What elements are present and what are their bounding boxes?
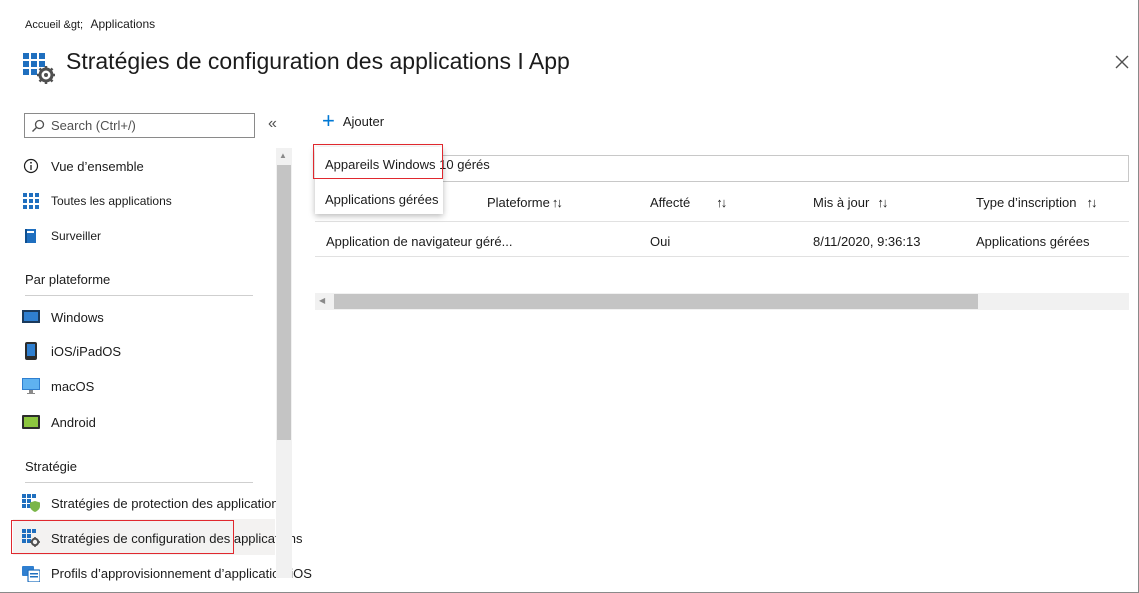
column-header-enrollment-type[interactable]: Type d’inscription ↑↓ (976, 195, 1097, 210)
filter-bar (443, 155, 1129, 182)
column-header-platform[interactable]: Plateforme ↑↓ (487, 195, 563, 210)
highlight-box (11, 520, 234, 554)
sidebar-item-monitor[interactable]: Surveiller (22, 224, 101, 248)
sidebar-item-label: Android (51, 414, 96, 430)
close-icon[interactable] (1113, 53, 1131, 71)
table-cell-updated: 8/11/2020, 9:36:13 (813, 234, 921, 249)
collapse-sidebar-button[interactable]: « (268, 115, 277, 133)
table-header-divider (315, 221, 1129, 222)
highlight-box (313, 144, 443, 179)
sidebar-item-ios-provisioning[interactable]: Profils d’approvisionnement d’applicatio… (22, 561, 312, 585)
sort-icon: ↑↓ (551, 195, 563, 210)
sort-icon: ↑↓ (1086, 195, 1097, 210)
sort-icon: ↑↓ (877, 195, 888, 210)
sidebar-item-windows[interactable]: Windows (22, 305, 104, 329)
app-protection-shield-icon (22, 494, 40, 512)
sidebar-item-label: Profils d’approvisionnement d’applicatio… (51, 565, 312, 581)
windows-device-icon (22, 308, 40, 326)
section-divider (25, 295, 253, 296)
sidebar-item-label: Stratégies de protection des application… (51, 495, 286, 511)
sidebar-item-label: Vue d’ensemble (51, 158, 144, 174)
search-box[interactable] (24, 113, 255, 138)
column-header-updated[interactable]: Mis à jour ↑↓ (813, 195, 888, 210)
plus-icon: + (322, 108, 335, 133)
breadcrumb-current[interactable]: Applications (90, 17, 155, 31)
search-input[interactable] (51, 118, 251, 133)
sidebar-item-macos[interactable]: macOS (22, 374, 94, 398)
breadcrumb: Accueil &gt; Applications (25, 17, 155, 31)
ios-provisioning-icon (22, 564, 40, 582)
sidebar-item-label: Surveiller (51, 229, 102, 243)
table-cell-name[interactable]: Application de navigateur géré... (326, 234, 512, 249)
section-header-platform: Par plateforme (25, 272, 111, 287)
info-icon (22, 157, 40, 175)
sidebar-item-overview[interactable]: Vue d’ensemble (22, 154, 144, 178)
menu-item-managed-apps[interactable]: Applications gérées (325, 192, 438, 207)
sidebar-item-ios[interactable]: iOS/iPadOS (22, 339, 121, 363)
apps-grid-icon (22, 192, 40, 210)
sidebar-item-all-apps[interactable]: Toutes les applications (22, 189, 172, 213)
scroll-left-icon[interactable]: ◀ (319, 296, 325, 305)
app-config-title-icon (23, 53, 57, 85)
add-button[interactable]: + Ajouter (322, 108, 385, 133)
sidebar-item-label: macOS (51, 378, 95, 394)
table-cell-enrollment: Applications gérées (976, 234, 1090, 249)
section-header-policy: Stratégie (25, 459, 78, 474)
android-device-icon (22, 413, 40, 431)
ios-device-icon (22, 342, 40, 360)
table-cell-assigned: Oui (650, 234, 671, 249)
column-header-assigned[interactable]: Affecté ↑↓ (650, 195, 727, 210)
sidebar-scrollbar-thumb[interactable] (277, 165, 291, 440)
sort-icon: ↑↓ (716, 195, 727, 210)
monitor-book-icon (22, 227, 40, 245)
macos-monitor-icon (22, 377, 40, 395)
sidebar-item-label: Windows (51, 309, 104, 325)
add-button-label: Ajouter (342, 113, 385, 129)
table-scrollbar-thumb[interactable] (334, 294, 978, 309)
sidebar-item-app-protection[interactable]: Stratégies de protection des application… (22, 491, 285, 515)
section-divider (25, 482, 253, 483)
sidebar-item-android[interactable]: Android (22, 410, 96, 434)
scroll-up-icon[interactable]: ▲ (279, 151, 287, 160)
breadcrumb-home-link[interactable]: Accueil &gt; (25, 19, 83, 31)
sidebar-item-label: Toutes les applications (51, 194, 172, 208)
sidebar-item-label: iOS/iPadOS (51, 343, 122, 359)
page-title: Stratégies de configuration des applicat… (66, 48, 570, 74)
table-row-divider (315, 256, 1129, 257)
search-icon (32, 119, 45, 132)
